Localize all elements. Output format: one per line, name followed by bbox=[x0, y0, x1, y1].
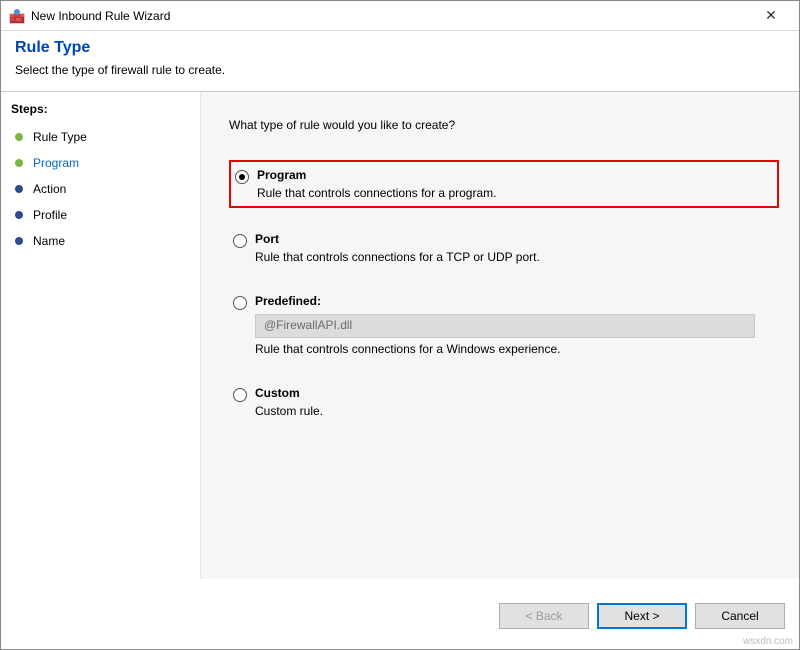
step-bullet-icon bbox=[15, 133, 23, 141]
steps-heading: Steps: bbox=[11, 102, 200, 116]
page-subtitle: Select the type of firewall rule to crea… bbox=[15, 63, 785, 77]
step-profile[interactable]: Profile bbox=[11, 202, 200, 228]
option-label: Custom bbox=[255, 386, 773, 400]
window-title: New Inbound Rule Wizard bbox=[31, 9, 751, 23]
back-button[interactable]: < Back bbox=[499, 603, 589, 629]
radio-predefined[interactable] bbox=[233, 296, 247, 310]
page-title: Rule Type bbox=[15, 39, 785, 57]
content-prompt: What type of rule would you like to crea… bbox=[229, 118, 779, 132]
next-button[interactable]: Next > bbox=[597, 603, 687, 629]
step-label: Action bbox=[33, 182, 66, 196]
step-rule-type[interactable]: Rule Type bbox=[11, 124, 200, 150]
option-desc: Custom rule. bbox=[255, 404, 773, 418]
option-label: Program bbox=[257, 168, 771, 182]
step-action[interactable]: Action bbox=[11, 176, 200, 202]
radio-port[interactable] bbox=[233, 234, 247, 248]
watermark: wsxdn.com bbox=[743, 636, 793, 647]
step-bullet-icon bbox=[15, 185, 23, 193]
option-desc: Rule that controls connections for a TCP… bbox=[255, 250, 773, 264]
cancel-button[interactable]: Cancel bbox=[695, 603, 785, 629]
radio-custom[interactable] bbox=[233, 388, 247, 402]
step-label: Profile bbox=[33, 208, 67, 222]
option-label: Port bbox=[255, 232, 773, 246]
option-desc: Rule that controls connections for a pro… bbox=[257, 186, 771, 200]
option-desc: Rule that controls connections for a Win… bbox=[255, 342, 773, 356]
step-name[interactable]: Name bbox=[11, 228, 200, 254]
radio-program[interactable] bbox=[235, 170, 249, 184]
wizard-footer: < Back Next > Cancel bbox=[499, 603, 785, 629]
wizard-header: Rule Type Select the type of firewall ru… bbox=[1, 31, 799, 91]
option-program: Program Rule that controls connections f… bbox=[229, 160, 779, 208]
predefined-dropdown[interactable]: @FirewallAPI.dll bbox=[255, 314, 755, 338]
steps-sidebar: Steps: Rule Type Program Action Profile … bbox=[1, 92, 201, 579]
option-predefined: Predefined: @FirewallAPI.dll Rule that c… bbox=[229, 288, 779, 362]
option-port: Port Rule that controls connections for … bbox=[229, 226, 779, 270]
titlebar: New Inbound Rule Wizard ✕ bbox=[1, 1, 799, 31]
step-bullet-icon bbox=[15, 211, 23, 219]
step-label: Name bbox=[33, 234, 65, 248]
option-custom: Custom Custom rule. bbox=[229, 380, 779, 424]
content-panel: What type of rule would you like to crea… bbox=[201, 92, 799, 579]
step-bullet-icon bbox=[15, 159, 23, 167]
step-program[interactable]: Program bbox=[11, 150, 200, 176]
step-label: Rule Type bbox=[33, 130, 87, 144]
close-icon[interactable]: ✕ bbox=[751, 7, 791, 24]
option-label: Predefined: bbox=[255, 294, 773, 308]
step-bullet-icon bbox=[15, 237, 23, 245]
step-label: Program bbox=[33, 156, 79, 170]
firewall-icon bbox=[9, 8, 25, 24]
